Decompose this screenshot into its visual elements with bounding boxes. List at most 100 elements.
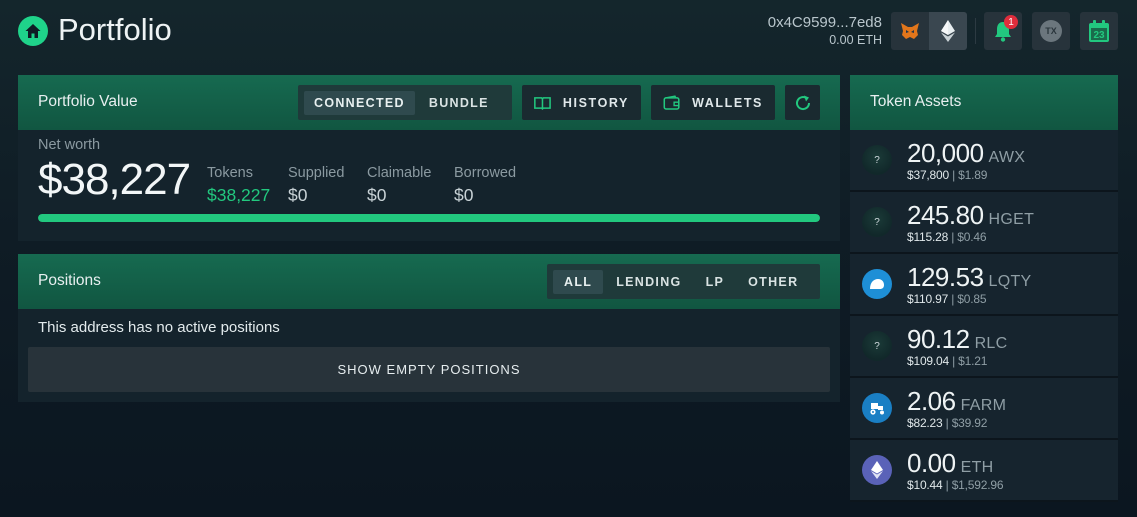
token-row[interactable]: 129.53 LQTY $110.97 | $0.85 [850,254,1118,316]
show-empty-positions-button[interactable]: SHOW EMPTY POSITIONS [28,347,830,392]
unknown-token-icon: ? [862,331,892,361]
empty-positions-message: This address has no active positions [38,319,280,336]
header-divider [975,18,976,44]
token-symbol: ETH [960,459,994,476]
stat-claimable: Claimable $0 [367,164,431,208]
portfolio-value-title: Portfolio Value [38,93,138,110]
tractor-icon [862,393,892,423]
token-price: $0.85 [957,292,987,306]
stat-tokens: Tokens $38,227 [207,164,270,208]
token-value-line: $110.97 | $0.85 [907,292,987,306]
stat-value: $0 [367,185,387,205]
refresh-button[interactable] [785,85,820,120]
token-assets-card: Token Assets ? 20,000 AWX $37,800 | $1.89… [850,75,1118,502]
token-amount: 245.80 HGET [907,200,1034,231]
stat-value: $0 [454,185,474,205]
filter-lp[interactable]: LP [695,270,736,294]
token-price: $1,592.96 [951,478,1004,492]
notification-badge: 1 [1004,15,1018,29]
wallets-button[interactable]: WALLETS [651,85,775,120]
transactions-button[interactable]: TX [1032,12,1070,50]
token-value-line: $109.04 | $1.21 [907,354,988,368]
token-amount: 90.12 RLC [907,324,1008,355]
token-symbol: AWX [988,149,1026,166]
stat-label: Borrowed [454,165,517,181]
stat-value: $38,227 [207,185,271,205]
token-value: $110.97 [907,292,949,306]
token-list: ? 20,000 AWX $37,800 | $1.89 ? 245.80 HGET… [850,130,1118,502]
ethereum-icon [862,455,892,485]
token-amount: 129.53 LQTY [907,262,1032,293]
view-toggle: CONNECTED BUNDLE [298,85,512,120]
stat-value: $0 [288,185,308,205]
token-row[interactable]: ? 20,000 AWX $37,800 | $1.89 [850,130,1118,192]
token-value: $10.44 [907,478,943,492]
top-bar: Portfolio 0x4C9599...7ed8 0.00 ETH 1 TX [0,0,1137,62]
notifications-button[interactable]: 1 [984,12,1022,50]
positions-title: Positions [38,272,101,289]
stat-borrowed: Borrowed $0 [454,164,516,208]
token-amount-value: 20,000 [907,138,984,168]
unknown-token-icon: ? [862,207,892,237]
token-amount: 20,000 AWX [907,138,1025,169]
account-info[interactable]: 0x4C9599...7ed8 0.00 ETH [768,14,882,48]
stat-label: Claimable [367,165,432,181]
stat-label: Tokens [207,165,253,181]
token-amount-value: 2.06 [907,386,956,416]
token-value-line: $10.44 | $1,592.96 [907,478,1004,492]
token-amount-value: 90.12 [907,324,970,354]
token-symbol: LQTY [988,273,1032,290]
network-button[interactable] [929,12,967,50]
token-symbol: FARM [960,397,1007,414]
wallets-label: WALLETS [692,95,763,110]
unknown-token-icon: ? [862,145,892,175]
metamask-fox-icon [901,23,919,39]
stat-supplied: Supplied $0 [288,164,344,208]
token-price: $0.46 [957,230,987,244]
token-amount-value: 0.00 [907,448,956,478]
filter-lending[interactable]: LENDING [605,270,692,294]
token-amount: 2.06 FARM [907,386,1006,417]
token-price: $1.21 [958,354,988,368]
token-value: $37,800 [907,168,949,182]
token-row[interactable]: ? 90.12 RLC $109.04 | $1.21 [850,316,1118,378]
token-price: $39.92 [951,416,988,430]
token-price: $1.89 [958,168,988,182]
toggle-connected[interactable]: CONNECTED [304,90,415,115]
stat-label: Supplied [288,165,345,181]
history-button[interactable]: HISTORY [522,85,641,120]
token-amount: 0.00 ETH [907,448,994,479]
token-assets-header: Token Assets [850,75,1118,130]
ethereum-icon [941,20,955,42]
token-row[interactable]: 0.00 ETH $10.44 | $1,592.96 [850,440,1118,502]
history-label: HISTORY [562,95,629,110]
refresh-icon [795,95,810,110]
book-icon [534,96,551,110]
metamask-button[interactable] [891,12,929,50]
page-title: Portfolio [58,12,172,47]
net-worth-label: Net worth [38,137,101,153]
token-amount-value: 245.80 [907,200,984,230]
token-symbol: HGET [988,211,1035,228]
token-value-line: $37,800 | $1.89 [907,168,988,182]
positions-card: Positions ALL LENDING LP OTHER This addr… [18,254,840,402]
liquity-icon [862,269,892,299]
token-row[interactable]: ? 245.80 HGET $115.28 | $0.46 [850,192,1118,254]
net-worth-value: $38,227 [38,155,191,204]
positions-header: Positions ALL LENDING LP OTHER [18,254,840,309]
filter-other[interactable]: OTHER [737,270,809,294]
token-assets-title: Token Assets [870,93,962,110]
composition-bar [38,214,820,222]
wallet-icon [663,94,680,110]
filter-all[interactable]: ALL [553,269,604,294]
token-row[interactable]: 2.06 FARM $82.23 | $39.92 [850,378,1118,440]
home-icon[interactable] [18,16,48,46]
portfolio-value-card: Portfolio Value CONNECTED BUNDLE HISTORY… [18,75,840,241]
account-balance: 0.00 ETH [829,33,882,47]
tx-icon: TX [1040,20,1062,42]
calendar-button[interactable]: 23 [1080,12,1118,50]
positions-filter: ALL LENDING LP OTHER [547,264,820,299]
toggle-bundle[interactable]: BUNDLE [419,91,499,115]
token-value: $82.23 [907,416,943,430]
composition-bar-fill [38,214,820,222]
